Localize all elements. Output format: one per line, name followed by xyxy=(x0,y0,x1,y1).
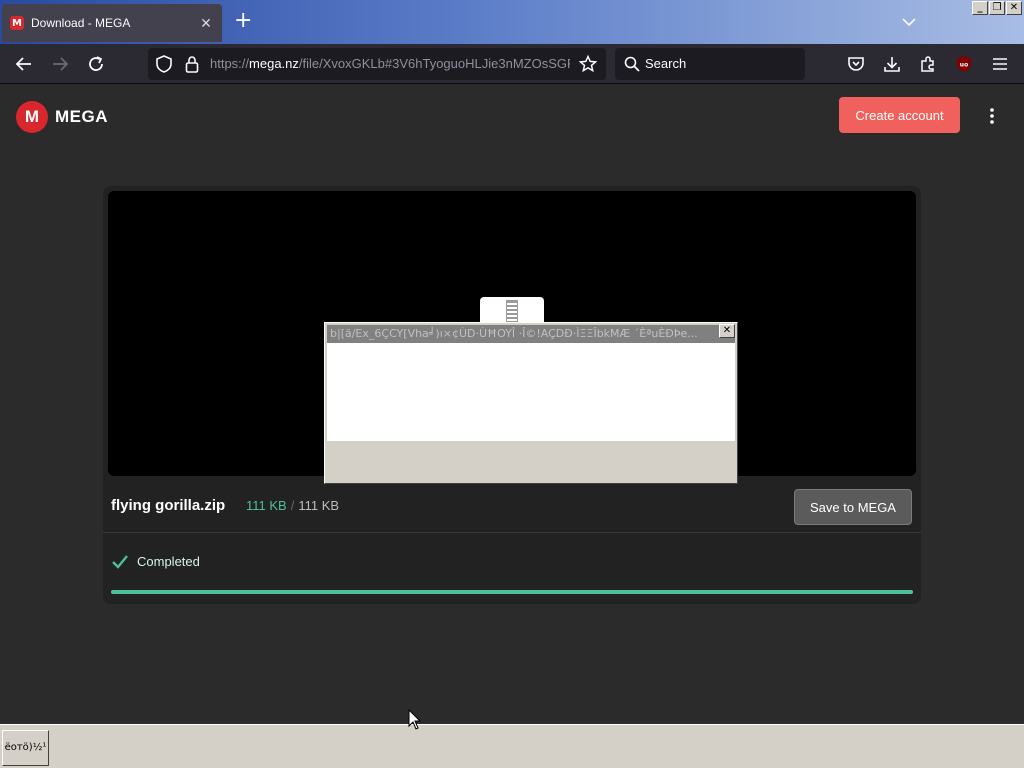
dialog-title[interactable]: b|[ã/Ex_6ÇCY[Vha╛)ı×¢ÙD·ÙĦOYÎ ·Î©!AÇDÐ·Ì… xyxy=(327,325,735,343)
zip-zipper-icon xyxy=(506,300,518,322)
back-arrow-icon[interactable] xyxy=(14,54,34,74)
close-window-button[interactable]: ✕ xyxy=(1006,1,1022,15)
menu-hamburger-icon[interactable] xyxy=(990,54,1010,74)
status-text: Completed xyxy=(137,553,200,569)
downloads-icon[interactable] xyxy=(882,54,902,74)
tracking-shield-icon[interactable] xyxy=(154,54,174,74)
search-bar[interactable]: Search xyxy=(615,48,805,80)
pocket-icon[interactable] xyxy=(846,54,866,74)
tab-close-icon[interactable]: ✕ xyxy=(198,15,214,32)
reload-icon[interactable] xyxy=(86,54,106,74)
bookmark-star-icon[interactable] xyxy=(578,54,598,74)
svg-text:uo: uo xyxy=(960,62,968,69)
tab-download-mega[interactable]: M Download - MEGA ✕ xyxy=(2,4,222,42)
browser-nav-bar: https://mega.nz/file/XvoxGKLb#3V6hTyoguo… xyxy=(0,44,1024,84)
save-to-mega-button[interactable]: Save to MEGA xyxy=(794,489,912,525)
ublock-origin-icon[interactable]: uo xyxy=(954,54,974,74)
download-status: Completed xyxy=(111,552,200,570)
restore-button[interactable]: ❐ xyxy=(989,1,1005,15)
size-separator: / xyxy=(290,498,295,513)
tab-title: Download - MEGA xyxy=(31,16,131,30)
progress-bar xyxy=(111,590,913,594)
garbled-dialog-window[interactable]: b|[ã/Ex_6ÇCY[Vha╛)ı×¢ÙD·ÙĦOYÎ ·Î©!AÇDÐ·Ì… xyxy=(324,322,738,484)
mega-logo-icon: M xyxy=(16,101,48,133)
file-name: flying gorilla.zip xyxy=(111,497,226,514)
mouse-pointer-icon xyxy=(408,708,422,731)
extensions-puzzle-icon[interactable] xyxy=(918,54,938,74)
search-input[interactable]: Search xyxy=(645,56,686,71)
forward-arrow-icon[interactable] xyxy=(50,54,70,74)
total-size: 111 KB xyxy=(298,498,340,513)
progress-bar-fill xyxy=(111,590,913,594)
taskbar: ëoтö)½¹ xyxy=(0,724,1024,768)
create-account-button[interactable]: Create account xyxy=(839,97,960,133)
mega-logo[interactable]: M MEGA xyxy=(16,101,108,133)
browser-tab-bar: M Download - MEGA ✕ + _ ❐ ✕ xyxy=(0,0,1024,44)
url-text[interactable]: https://mega.nz/file/XvoxGKLb#3V6hTyoguo… xyxy=(210,56,570,71)
minimize-button[interactable]: _ xyxy=(972,1,988,15)
taskbar-window-button[interactable]: ëoтö)½¹ xyxy=(2,730,49,766)
downloaded-size: 111 KB xyxy=(246,498,287,513)
file-size: 111 KB/111 KB xyxy=(246,498,339,513)
more-options-icon[interactable] xyxy=(984,105,1000,127)
lock-icon[interactable] xyxy=(182,54,202,74)
window-controls: _ ❐ ✕ xyxy=(972,1,1022,15)
dialog-body xyxy=(327,343,735,441)
card-divider xyxy=(103,532,921,533)
search-icon xyxy=(622,54,642,74)
checkmark-icon xyxy=(111,552,129,570)
file-info-row: flying gorilla.zip 111 KB/111 KB Save to… xyxy=(103,482,921,530)
url-bar[interactable]: https://mega.nz/file/XvoxGKLb#3V6hTyoguo… xyxy=(148,48,606,80)
mega-favicon-icon: M xyxy=(10,16,24,30)
zip-file-icon xyxy=(480,297,544,325)
dialog-close-button[interactable]: ✕ xyxy=(719,324,735,338)
mega-logo-text: MEGA xyxy=(55,107,108,126)
new-tab-button[interactable]: + xyxy=(234,10,252,32)
tab-list-chevron-icon[interactable] xyxy=(902,14,916,32)
